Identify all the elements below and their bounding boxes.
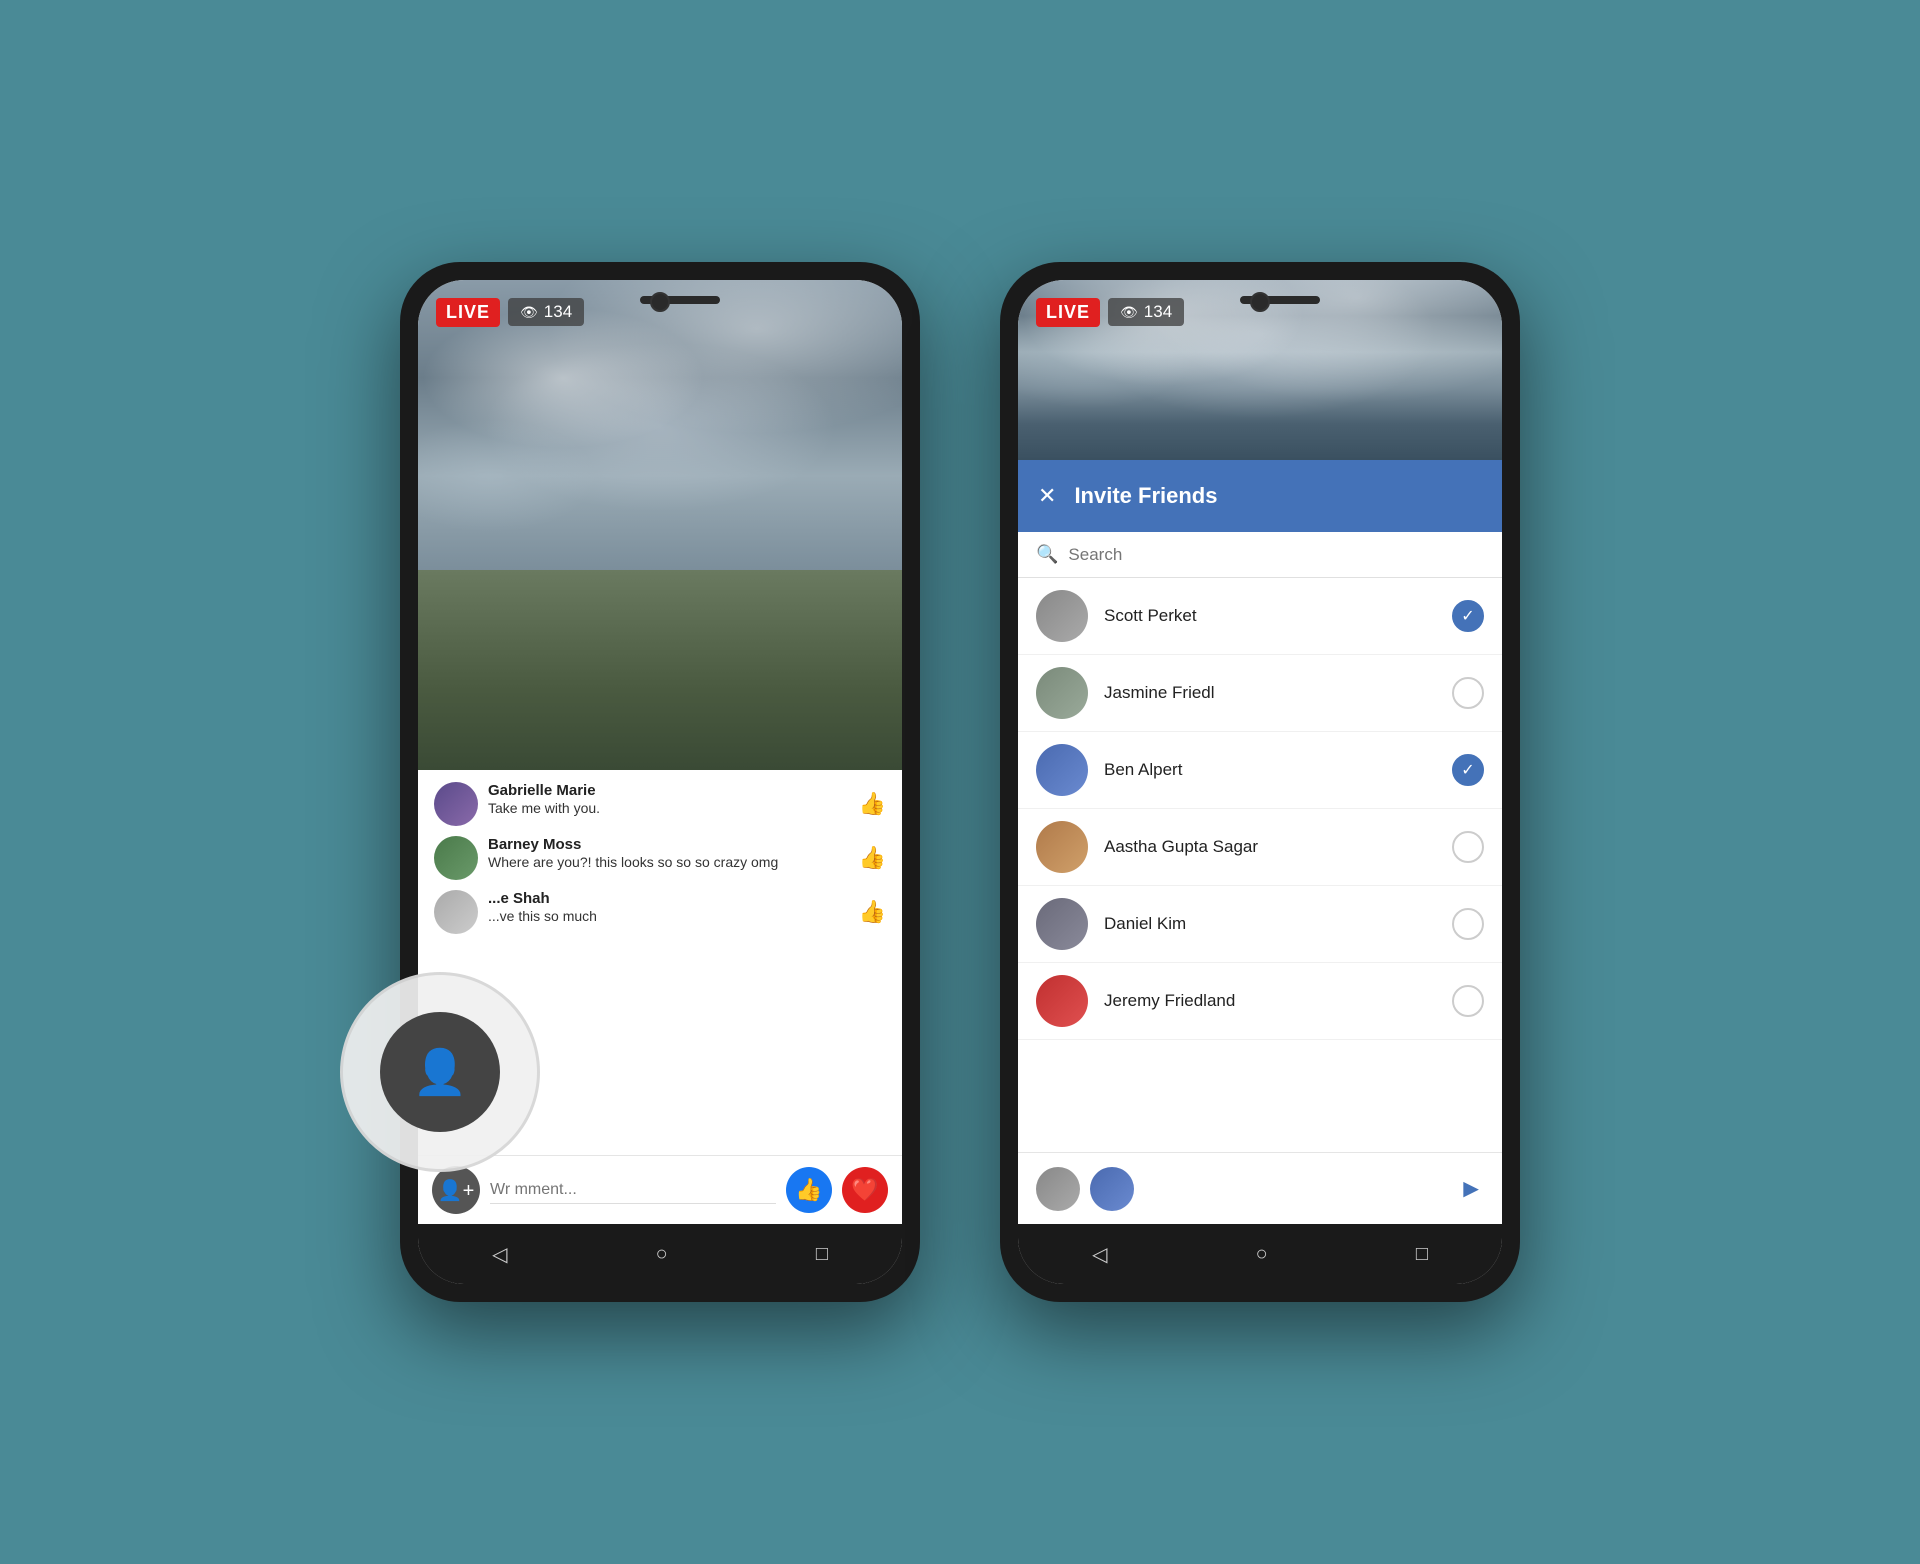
friend-name-daniel: Daniel Kim <box>1104 914 1452 934</box>
eye-icon: 👁 <box>1120 304 1138 321</box>
friend-avatar-aastha <box>1036 821 1088 873</box>
comment-body: Gabrielle Marie Take me with you. <box>488 782 849 819</box>
friend-avatar-jeremy <box>1036 975 1088 1027</box>
viewer-number: 134 <box>544 302 572 322</box>
friend-row-jasmine[interactable]: Jasmine Friedl <box>1018 655 1502 732</box>
selected-avatar-ben <box>1090 1167 1134 1211</box>
friend-name-jeremy: Jeremy Friedland <box>1104 991 1452 1011</box>
left-phone: LIVE 👁 134 Gabrielle Marie Take me with … <box>400 262 920 1302</box>
add-friend-icon: 👤+ <box>438 1178 475 1203</box>
comment-row: Gabrielle Marie Take me with you. 👍 <box>434 782 886 826</box>
live-video-bg: LIVE 👁 134 <box>1018 280 1502 460</box>
like-button[interactable]: 👍 <box>859 899 886 925</box>
nav-recents-right[interactable]: □ <box>1416 1243 1428 1266</box>
comment-row: ...e Shah ...ve this so much 👍 <box>434 890 886 934</box>
nav-back[interactable]: ◁ <box>492 1242 507 1267</box>
avatar <box>434 836 478 880</box>
add-friend-big-button[interactable]: 👤 <box>380 1012 500 1132</box>
nav-back-right[interactable]: ◁ <box>1092 1242 1107 1267</box>
comment-input-bar: 👤+ 👍 ❤️ <box>418 1155 902 1224</box>
viewer-count: 👁 134 <box>508 298 584 326</box>
friend-name-scott: Scott Perket <box>1104 606 1452 626</box>
friend-list: Scott Perket ✓ Jasmine Friedl Ben Alpert… <box>1018 578 1502 1152</box>
live-badge: LIVE <box>436 298 500 327</box>
nav-bar: ◁ ○ □ <box>418 1224 902 1284</box>
comment-row: Barney Moss Where are you?! this looks s… <box>434 836 886 880</box>
select-checkbox-jeremy[interactable] <box>1452 985 1484 1017</box>
nav-home[interactable]: ○ <box>656 1243 668 1266</box>
invite-header: ✕ Invite Friends <box>1018 460 1502 532</box>
friend-avatar-ben <box>1036 744 1088 796</box>
select-checkbox-daniel[interactable] <box>1452 908 1484 940</box>
viewer-count: 👁 134 <box>1108 298 1184 326</box>
selected-avatar-scott <box>1036 1167 1080 1211</box>
friend-name-aastha: Aastha Gupta Sagar <box>1104 837 1452 857</box>
like-button[interactable]: 👍 <box>859 845 886 871</box>
friend-avatar-jasmine <box>1036 667 1088 719</box>
right-phone-screen: LIVE 👁 134 ✕ Invite Friends 🔍 Scott Perk… <box>1018 280 1502 1284</box>
thumbs-up-button[interactable]: 👍 <box>786 1167 832 1213</box>
search-bar: 🔍 <box>1018 532 1502 578</box>
react-button[interactable]: ❤️ <box>842 1167 888 1213</box>
friend-row-scott[interactable]: Scott Perket ✓ <box>1018 578 1502 655</box>
send-button[interactable]: ► <box>1458 1173 1484 1204</box>
comment-name: ...e Shah <box>488 890 849 907</box>
video-land <box>418 570 902 770</box>
comment-text: Where are you?! this looks so so so craz… <box>488 853 849 873</box>
friend-name-ben: Ben Alpert <box>1104 760 1452 780</box>
select-checkbox-aastha[interactable] <box>1452 831 1484 863</box>
friend-row-ben[interactable]: Ben Alpert ✓ <box>1018 732 1502 809</box>
add-friend-button[interactable]: 👤+ <box>432 1166 480 1214</box>
friend-avatar-scott <box>1036 590 1088 642</box>
friend-avatar-daniel <box>1036 898 1088 950</box>
comment-input[interactable] <box>490 1177 776 1204</box>
invite-bottom-bar: ► <box>1018 1152 1502 1224</box>
friend-row-daniel[interactable]: Daniel Kim <box>1018 886 1502 963</box>
like-button[interactable]: 👍 <box>859 791 886 817</box>
add-person-icon: 👤 <box>413 1046 468 1098</box>
comment-name: Barney Moss <box>488 836 849 853</box>
avatar <box>434 782 478 826</box>
search-input[interactable] <box>1068 545 1484 565</box>
comment-body: Barney Moss Where are you?! this looks s… <box>488 836 849 873</box>
friend-row-jeremy[interactable]: Jeremy Friedland <box>1018 963 1502 1040</box>
live-video: LIVE 👁 134 <box>418 280 902 770</box>
right-phone: LIVE 👁 134 ✕ Invite Friends 🔍 Scott Perk… <box>1000 262 1520 1302</box>
invite-title: Invite Friends <box>1074 483 1217 509</box>
select-checkbox-ben[interactable]: ✓ <box>1452 754 1484 786</box>
comment-text: Take me with you. <box>488 799 849 819</box>
select-checkbox-scott[interactable]: ✓ <box>1452 600 1484 632</box>
live-badge: LIVE <box>1036 298 1100 327</box>
comment-text: ...ve this so much <box>488 907 849 927</box>
nav-recents[interactable]: □ <box>816 1243 828 1266</box>
friend-row-aastha[interactable]: Aastha Gupta Sagar <box>1018 809 1502 886</box>
avatar <box>434 890 478 934</box>
search-icon: 🔍 <box>1036 544 1058 565</box>
viewer-number: 134 <box>1144 302 1172 322</box>
eye-icon: 👁 <box>520 304 538 321</box>
friend-name-jasmine: Jasmine Friedl <box>1104 683 1452 703</box>
nav-home-right[interactable]: ○ <box>1256 1243 1268 1266</box>
floating-add-friend-overlay: 👤 <box>340 972 540 1172</box>
nav-bar-right: ◁ ○ □ <box>1018 1224 1502 1284</box>
comment-body: ...e Shah ...ve this so much <box>488 890 849 927</box>
close-button[interactable]: ✕ <box>1038 483 1056 509</box>
comment-name: Gabrielle Marie <box>488 782 849 799</box>
select-checkbox-jasmine[interactable] <box>1452 677 1484 709</box>
